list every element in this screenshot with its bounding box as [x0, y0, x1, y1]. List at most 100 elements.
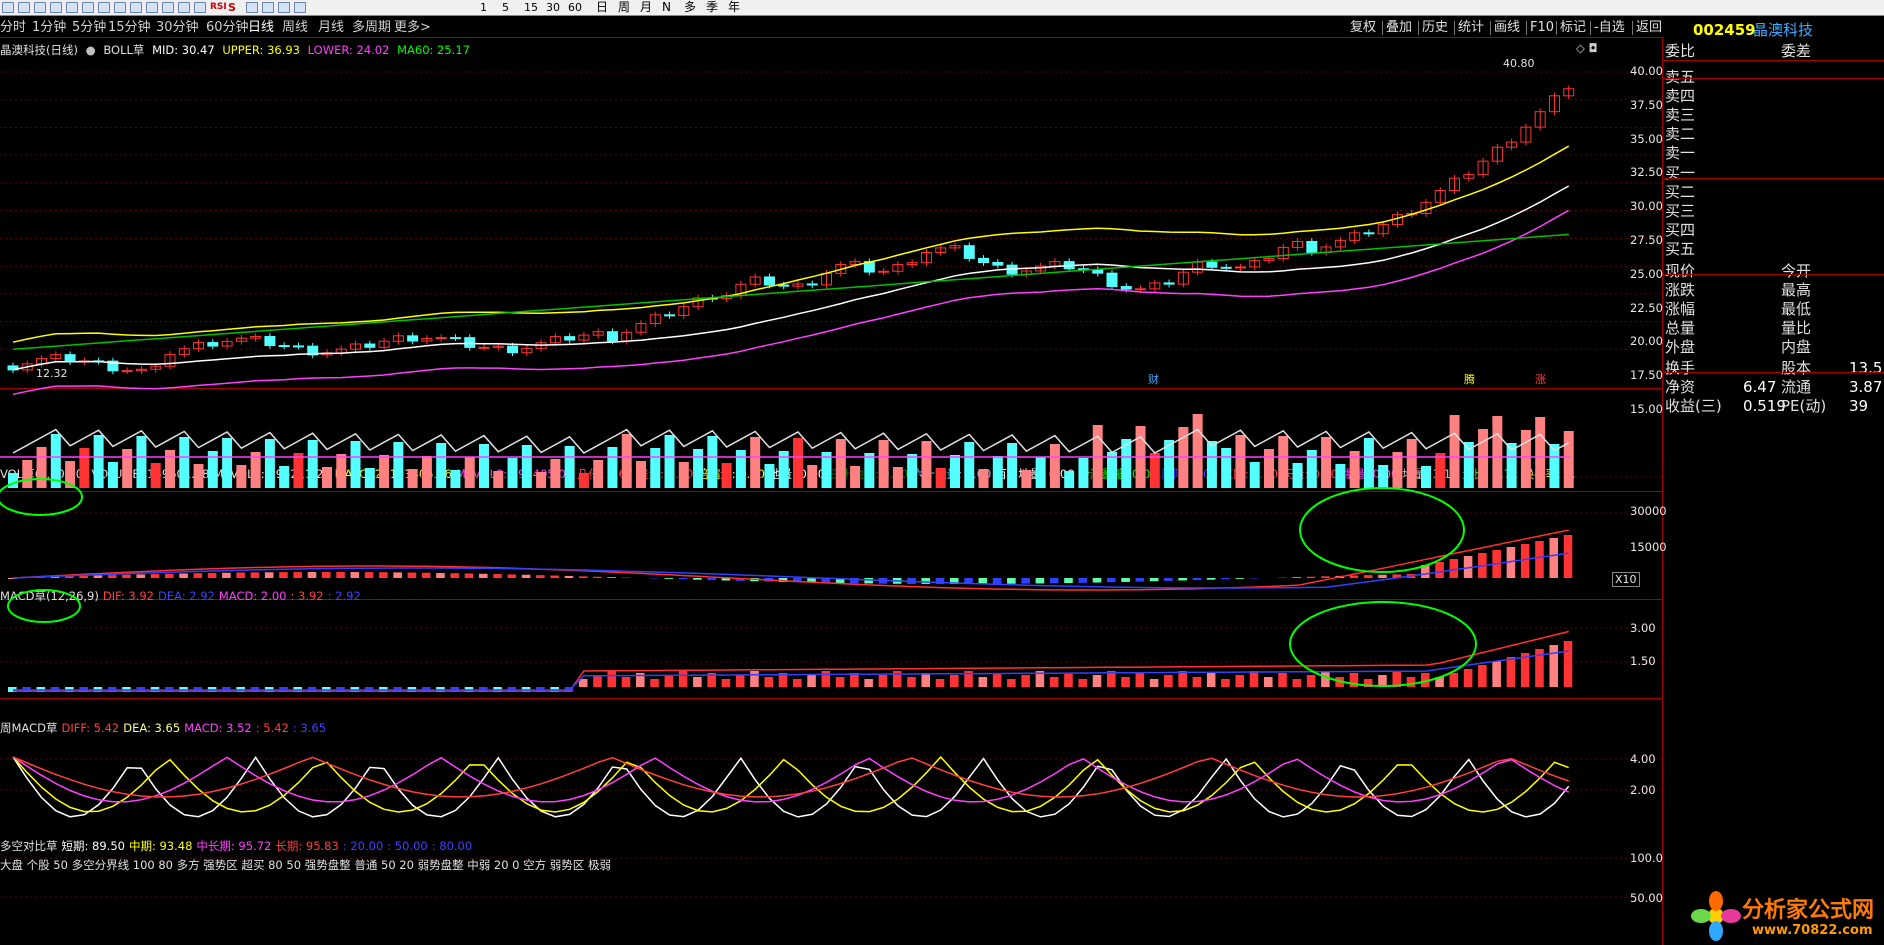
period-4[interactable]: 30分钟 — [156, 19, 199, 37]
period-3[interactable]: 15分钟 — [108, 19, 151, 37]
toolbar-period-15[interactable]: 15 — [524, 0, 538, 15]
save-icon[interactable] — [278, 2, 290, 13]
btn-0[interactable]: 复权 — [1350, 19, 1376, 37]
grid-icon[interactable] — [146, 2, 158, 13]
window-icon[interactable] — [2, 2, 14, 13]
btn-separator — [1490, 21, 1491, 35]
period-9[interactable]: 多周期 — [352, 19, 391, 37]
btn-8[interactable]: 返回 — [1636, 19, 1662, 37]
period-2[interactable]: 5分钟 — [72, 19, 106, 37]
macd-histogram-bar — [136, 574, 146, 578]
candlestick — [992, 261, 1004, 266]
candlestick — [763, 276, 775, 286]
f9-icon[interactable] — [82, 2, 94, 13]
toolbar-period-char[interactable]: 日 — [596, 0, 608, 15]
macd-histogram-bar — [1078, 578, 1088, 583]
candle-icon[interactable] — [194, 2, 206, 13]
toolbar-period-5[interactable]: 5 — [502, 0, 509, 15]
btn-6[interactable]: 标记 — [1560, 19, 1586, 37]
macd-histogram-bar — [279, 572, 288, 578]
toolbar-period-char[interactable]: 月 — [640, 0, 652, 15]
toolbar-period-char[interactable]: 年 — [728, 0, 740, 15]
toolbar-period-char[interactable]: 周 — [618, 0, 630, 15]
candlestick — [435, 337, 447, 340]
period-5[interactable]: 60分钟 — [206, 19, 249, 37]
btn-7[interactable]: -自选 — [1594, 19, 1625, 37]
chart-area[interactable]: 40.80 12.32 财 腾 涨 — [0, 37, 1662, 945]
zoom-icon[interactable] — [178, 2, 190, 13]
candlestick — [478, 346, 490, 349]
btn-4[interactable]: 画线 — [1494, 19, 1520, 37]
period-6[interactable]: 日线 — [248, 19, 274, 37]
btn-2[interactable]: 历史 — [1422, 19, 1448, 37]
weekly-macd-bar — [750, 671, 759, 687]
toolbar-period-30[interactable]: 30 — [546, 0, 560, 15]
stat-label: PE(动) — [1781, 397, 1827, 415]
f11-icon[interactable] — [114, 2, 126, 13]
pencil-icon[interactable] — [262, 2, 274, 13]
macd-histogram-bar — [1121, 578, 1130, 582]
btn-5[interactable]: F10 — [1530, 19, 1554, 37]
weekly-macd-bar — [935, 679, 945, 687]
quote-label: 现价 — [1665, 262, 1696, 280]
rsi-icon[interactable]: RSI — [210, 2, 227, 13]
period-10[interactable]: 更多 — [394, 19, 420, 37]
volume-bar — [193, 464, 204, 488]
s-icon[interactable]: S — [228, 2, 240, 13]
weekly-macd-bar — [850, 673, 859, 687]
period-8[interactable]: 月线 — [318, 19, 344, 37]
f10-icon[interactable] — [98, 2, 110, 13]
weekly-macd-bar — [1049, 677, 1059, 687]
weibi-label: 委比 — [1665, 42, 1696, 60]
toolbar-period-char[interactable]: 季 — [706, 0, 718, 15]
list-icon[interactable] — [162, 2, 174, 13]
price_axis-label: 40.00 — [1630, 64, 1663, 78]
volume-bar — [621, 434, 632, 488]
line-tool-icon[interactable] — [50, 2, 62, 13]
btn-separator — [1454, 21, 1455, 35]
volume-bar — [764, 464, 775, 488]
period-0[interactable]: 分时 — [0, 19, 26, 37]
toolbar-period-60[interactable]: 60 — [568, 0, 582, 15]
price_axis-label: 27.50 — [1630, 233, 1663, 247]
quote-panel: 002459 晶澳科技 委比 委差 卖五 卖四 卖三 卖二 卖一 买一 买二 买三 买四 买五 现价 涨跌… — [1663, 18, 1884, 945]
macd-histogram-bar — [864, 578, 873, 584]
btn-1[interactable]: 叠加 — [1386, 19, 1412, 37]
chart-tool-icon[interactable] — [66, 2, 78, 13]
volume-bar — [907, 454, 918, 488]
price_axis-label: 20.00 — [1630, 334, 1663, 349]
copy-icon[interactable] — [294, 2, 306, 13]
volume-bar — [678, 462, 689, 488]
weekly-macd-bar — [764, 677, 774, 687]
btn-separator — [1526, 21, 1527, 35]
volume-bar — [407, 469, 418, 488]
stat-value: 13.5 — [1849, 359, 1883, 377]
stat-label: 流通 — [1781, 378, 1812, 396]
weekly-macd-bar — [1235, 675, 1245, 687]
f12-icon[interactable] — [130, 2, 142, 13]
arrow-up-icon[interactable] — [18, 2, 30, 13]
buy-level-label: 买五 — [1665, 240, 1696, 258]
toolbar-period-1[interactable]: 1 — [480, 0, 487, 15]
price_axis-label: 32.50 — [1630, 165, 1663, 180]
volume-bar — [864, 453, 875, 488]
btn-3[interactable]: 统计 — [1458, 19, 1484, 37]
weekly-macd-bar — [907, 677, 916, 687]
volume-bar — [1292, 463, 1303, 488]
arrow-down-icon[interactable] — [34, 2, 46, 13]
period-1[interactable]: 1分钟 — [32, 19, 66, 37]
macd-histogram-bar — [1449, 559, 1459, 578]
buy-level-label: 买四 — [1665, 221, 1696, 239]
toolbar-period-char[interactable]: N — [662, 0, 671, 15]
period-7[interactable]: 周线 — [282, 19, 308, 37]
weekly-macd-bar — [1164, 675, 1173, 687]
macd-histogram-bar — [992, 578, 1002, 584]
btn-separator — [1632, 21, 1633, 35]
move-icon[interactable] — [246, 2, 258, 13]
macd-histogram-bar — [1135, 578, 1145, 582]
macd-histogram-bar — [1520, 544, 1530, 578]
toolbar-period-char[interactable]: 多 — [684, 0, 696, 15]
dk_axis-label: 50.00 — [1630, 891, 1663, 905]
btn-separator — [1418, 21, 1419, 35]
macd-histogram-bar — [336, 572, 345, 578]
